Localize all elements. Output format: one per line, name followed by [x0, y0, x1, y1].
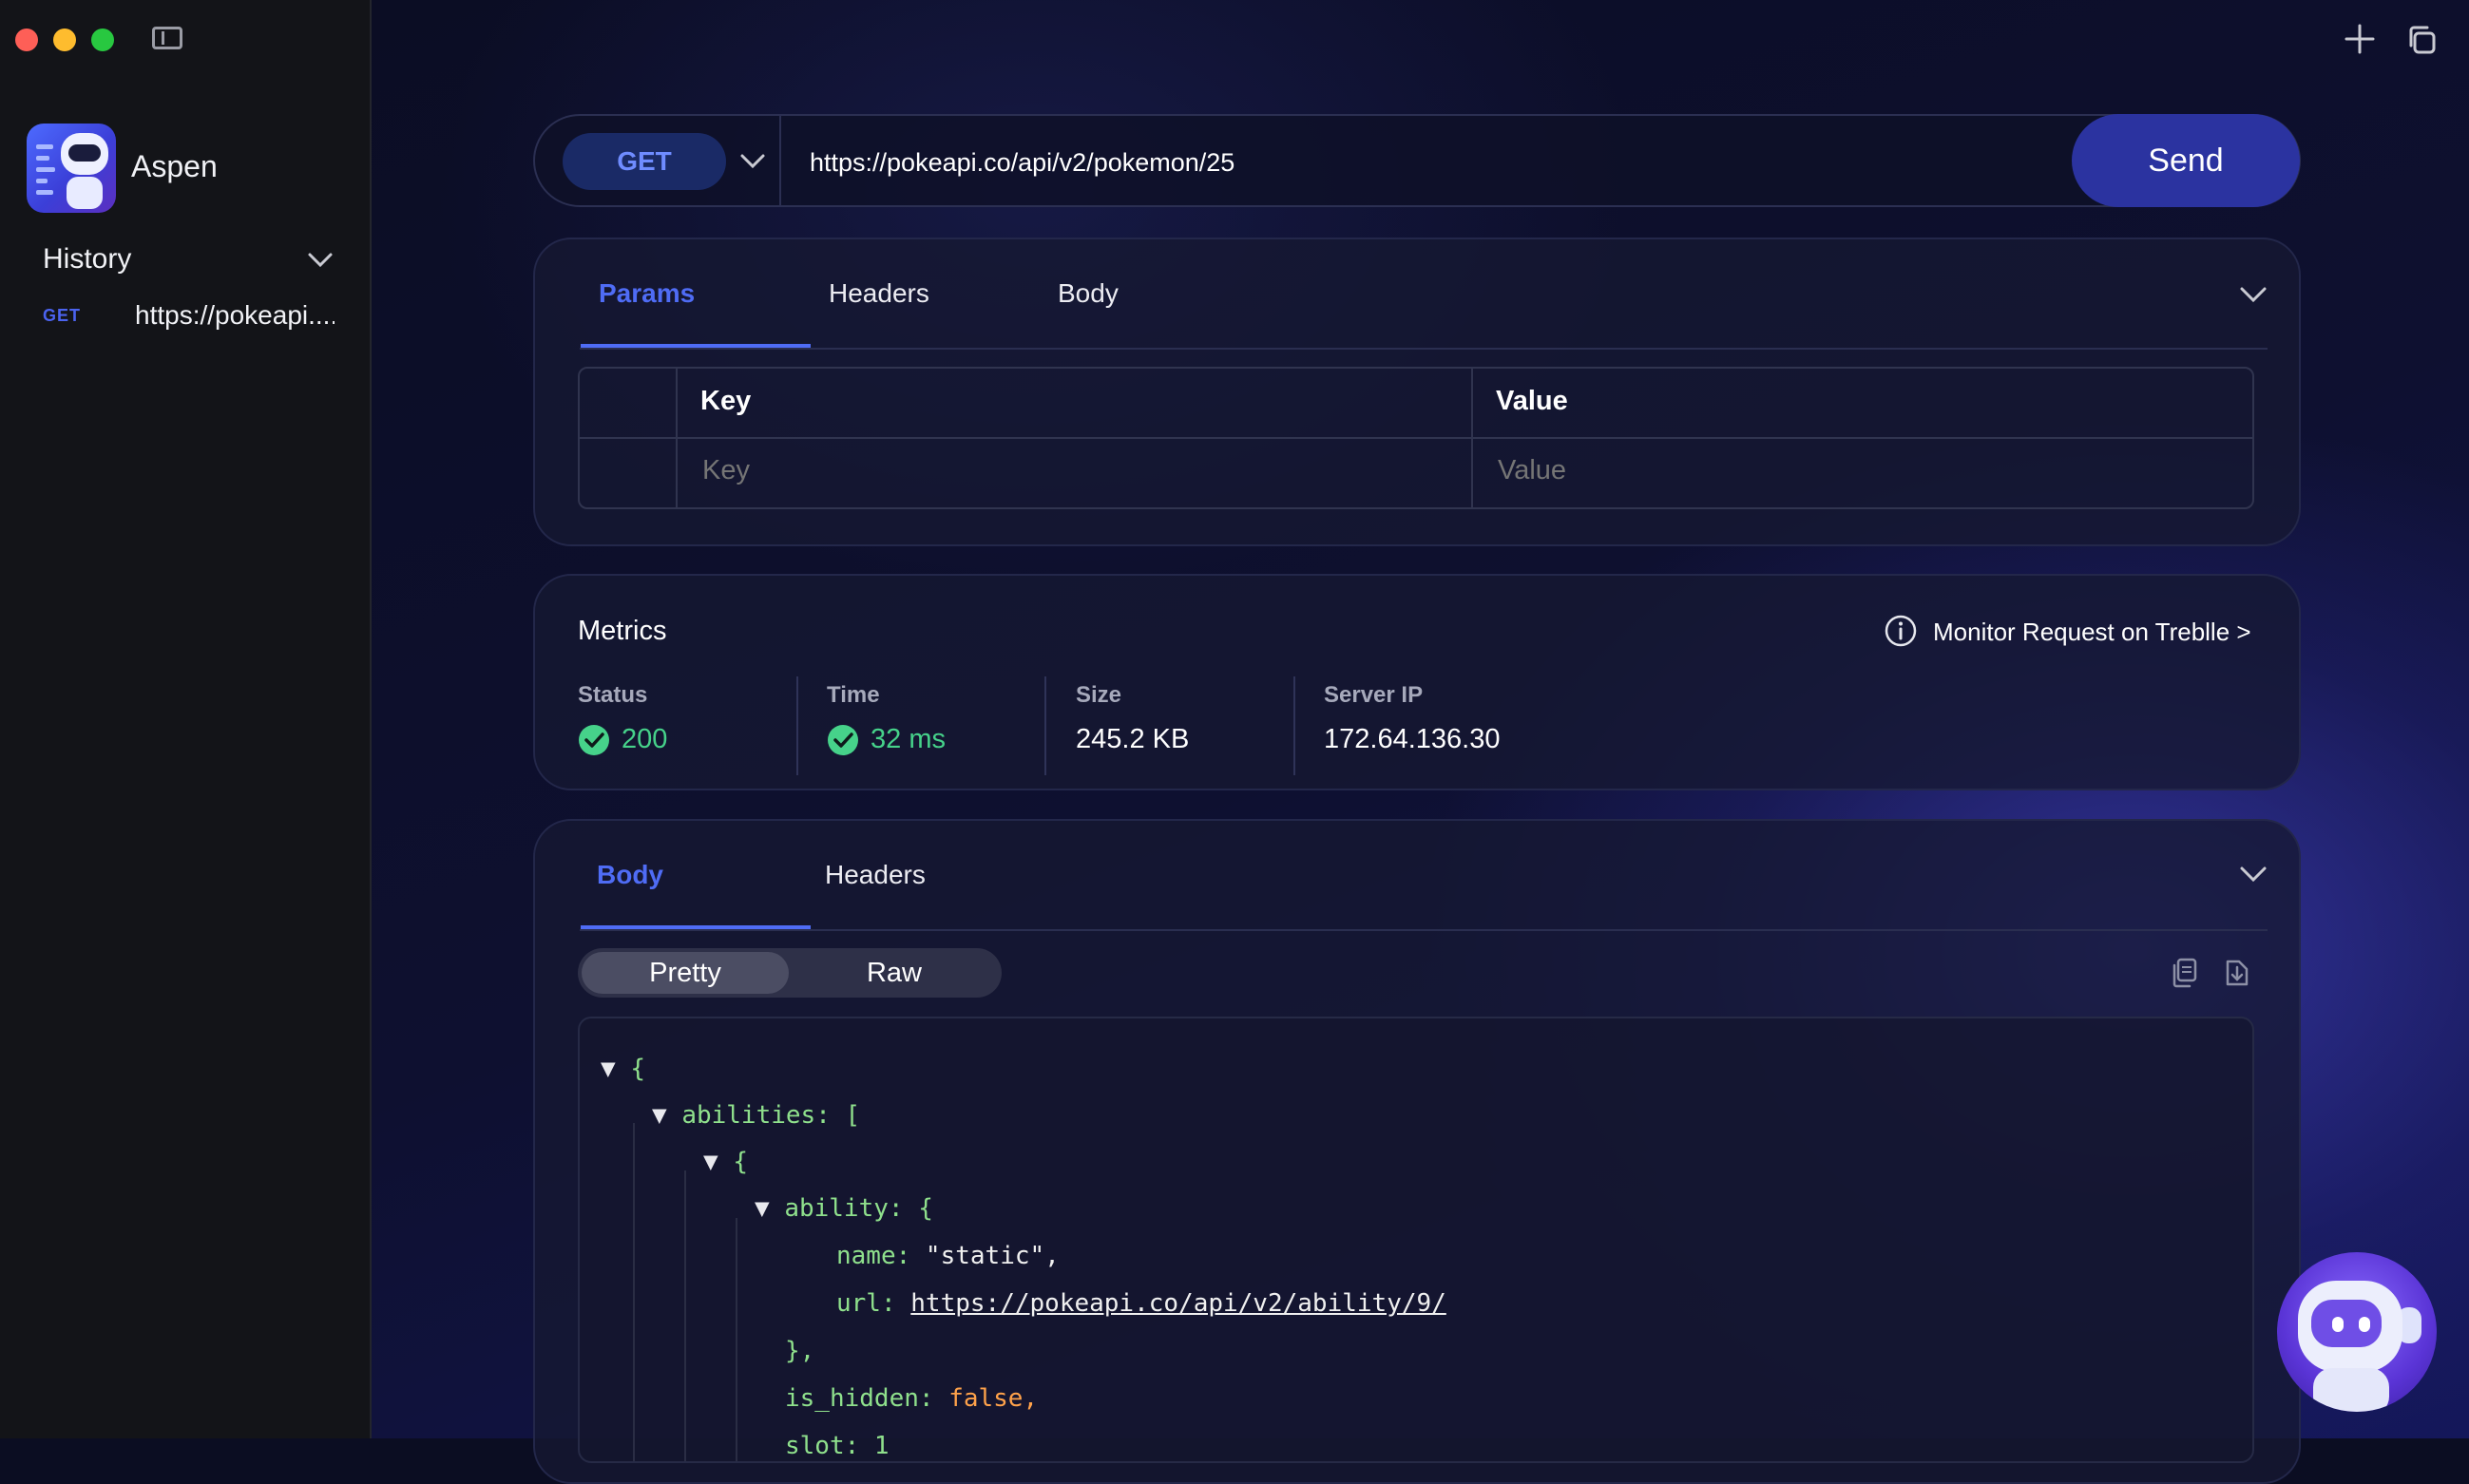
tab-divider	[580, 348, 2268, 350]
window-maximize-button[interactable]	[91, 29, 114, 51]
time-label: Time	[827, 682, 880, 708]
check-circle-icon	[579, 725, 609, 755]
sidebar-toggle-icon[interactable]	[152, 27, 182, 49]
response-body-viewer: ▼ { ▼ abilities: [ ▼ { ▼ ability: { name…	[578, 1017, 2254, 1463]
status-value: 200	[622, 724, 668, 754]
metrics-title: Metrics	[578, 616, 667, 646]
info-icon[interactable]	[1884, 614, 1918, 648]
plus-icon[interactable]	[2344, 23, 2376, 55]
param-value-input[interactable]	[1496, 454, 2165, 487]
table-divider	[580, 437, 2252, 439]
duplicate-window-icon[interactable]	[2406, 25, 2437, 55]
tab-headers[interactable]: Headers	[829, 278, 929, 309]
app-logo	[27, 124, 116, 213]
chevron-down-icon[interactable]	[306, 245, 335, 274]
code-line[interactable]: ▼ ability: {	[755, 1194, 933, 1223]
chevron-down-icon[interactable]	[2237, 857, 2269, 889]
time-value: 32 ms	[871, 724, 946, 754]
tab-response-body[interactable]: Body	[597, 860, 663, 890]
tab-active-indicator	[581, 344, 811, 348]
size-value: 245.2 KB	[1076, 724, 1190, 754]
indent-guide	[684, 1170, 686, 1461]
raw-view-button[interactable]: Raw	[791, 952, 998, 994]
tab-body[interactable]: Body	[1058, 278, 1119, 309]
download-icon[interactable]	[2220, 956, 2254, 990]
assistant-mascot-button[interactable]	[2277, 1252, 2437, 1412]
monitor-treblle-link[interactable]: Monitor Request on Treblle >	[1933, 618, 2251, 647]
url-input[interactable]	[808, 143, 2047, 182]
indent-guide	[633, 1123, 635, 1461]
tab-active-indicator	[581, 925, 811, 929]
collapse-toggle-icon[interactable]: ▼	[601, 1055, 630, 1083]
chevron-down-icon[interactable]	[737, 145, 768, 176]
app-name: Aspen	[131, 149, 218, 183]
key-column-header: Key	[700, 386, 752, 416]
metric-divider	[796, 676, 798, 775]
size-label: Size	[1076, 682, 1122, 708]
send-button[interactable]: Send	[2072, 114, 2300, 207]
tab-divider	[580, 929, 2268, 931]
chevron-down-icon[interactable]	[2237, 277, 2269, 310]
pretty-view-button[interactable]: Pretty	[582, 952, 789, 994]
ability-url-link[interactable]: https://pokeapi.co/api/v2/ability/9/	[910, 1289, 1446, 1318]
server-ip-label: Server IP	[1324, 682, 1424, 708]
indent-guide	[736, 1218, 737, 1461]
param-key-input[interactable]	[700, 454, 1369, 487]
window-minimize-button[interactable]	[53, 29, 76, 51]
history-item-method: GET	[43, 306, 82, 325]
code-line: url: https://pokeapi.co/api/v2/ability/9…	[836, 1289, 1446, 1318]
code-line[interactable]: ▼ {	[601, 1055, 645, 1083]
collapse-toggle-icon[interactable]: ▼	[652, 1101, 681, 1130]
history-label[interactable]: History	[43, 243, 131, 276]
metric-divider	[1044, 676, 1046, 775]
history-item-url: https://pokeapi....	[135, 300, 335, 330]
url-divider	[779, 116, 781, 205]
code-line: is_hidden: false,	[785, 1384, 1039, 1413]
check-circle-icon	[828, 725, 858, 755]
collapse-toggle-icon[interactable]: ▼	[755, 1194, 784, 1223]
code-line: name: "static",	[836, 1242, 1060, 1270]
code-line: slot: 1	[785, 1432, 890, 1460]
server-ip-value: 172.64.136.30	[1324, 724, 1501, 754]
copy-icon[interactable]	[2167, 956, 2201, 990]
sidebar: Aspen History GET https://pokeapi....	[0, 0, 372, 1438]
collapse-toggle-icon[interactable]: ▼	[703, 1148, 733, 1176]
method-select[interactable]: GET	[563, 133, 726, 190]
metric-divider	[1293, 676, 1295, 775]
code-line[interactable]: ▼ {	[703, 1148, 748, 1176]
tab-response-headers[interactable]: Headers	[825, 860, 926, 890]
window-close-button[interactable]	[15, 29, 38, 51]
code-line[interactable]: ▼ abilities: [	[652, 1101, 860, 1130]
code-line: },	[785, 1337, 815, 1365]
tab-params[interactable]: Params	[599, 278, 695, 309]
status-label: Status	[578, 682, 648, 708]
value-column-header: Value	[1496, 386, 1568, 416]
